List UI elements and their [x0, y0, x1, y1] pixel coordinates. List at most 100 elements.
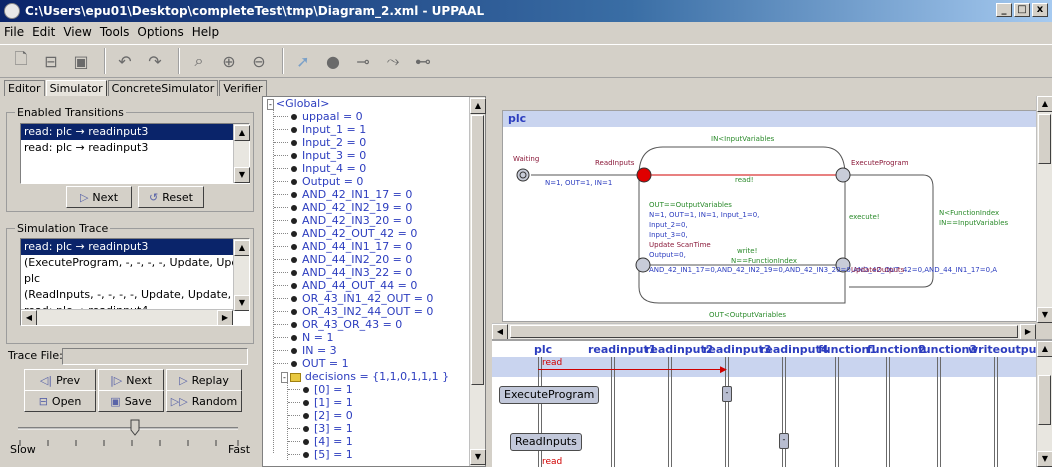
- tree-variable[interactable]: AND_42_IN1_17 = 0: [291, 188, 412, 201]
- tree-variable[interactable]: AND_44_IN3_22 = 0: [291, 266, 412, 279]
- maximize-button[interactable]: □: [1014, 3, 1030, 17]
- tab-verifier[interactable]: Verifier: [219, 80, 267, 96]
- location-update[interactable]: [635, 257, 651, 273]
- scroll-thumb[interactable]: [510, 325, 1018, 338]
- list-item[interactable]: plc: [21, 271, 249, 287]
- tab-concrete-simulator[interactable]: ConcreteSimulator: [107, 80, 219, 96]
- close-button[interactable]: x: [1032, 3, 1048, 17]
- tree-variable[interactable]: OR_43_IN1_42_OUT = 0: [291, 292, 433, 305]
- new-file-icon[interactable]: 🗋: [8, 48, 34, 74]
- scroll-up-icon[interactable]: ▲: [470, 98, 486, 114]
- tree-decisions-node[interactable]: - decisions = {1,1,0,1,1,1 }: [281, 370, 449, 383]
- tree-array-element[interactable]: [1] = 1: [303, 396, 353, 409]
- location-executeprogram[interactable]: [835, 167, 851, 183]
- prev-button[interactable]: ◁| Prev: [24, 369, 96, 391]
- tree-variable[interactable]: N = 1: [291, 331, 333, 344]
- horizontal-scrollbar[interactable]: ◀ ▶: [21, 309, 233, 325]
- scroll-down-icon[interactable]: ▼: [1037, 451, 1052, 467]
- scrollbar[interactable]: ▲ ▼: [233, 124, 250, 183]
- tree-array-element[interactable]: [0] = 1: [303, 383, 353, 396]
- tree-variable[interactable]: AND_44_IN2_20 = 0: [291, 253, 412, 266]
- tab-editor[interactable]: Editor: [4, 80, 45, 96]
- tree-variable[interactable]: AND_42_OUT_42 = 0: [291, 227, 417, 240]
- scroll-right-icon[interactable]: ▶: [1020, 324, 1036, 340]
- replay-button[interactable]: ▷ Replay: [166, 369, 242, 391]
- edge-icon[interactable]: ⤳: [380, 48, 406, 74]
- trace-next-button[interactable]: |▷ Next: [98, 369, 164, 391]
- edge-loop[interactable]: [638, 175, 846, 304]
- save-icon[interactable]: ▣: [68, 48, 94, 74]
- edge-readinputs-execute[interactable]: [638, 146, 846, 176]
- tree-variable[interactable]: AND_42_IN3_20 = 0: [291, 214, 412, 227]
- menu-help[interactable]: Help: [192, 25, 219, 39]
- menu-view[interactable]: View: [63, 25, 91, 39]
- tree-variable[interactable]: IN = 3: [291, 344, 337, 357]
- nail-icon[interactable]: ⊷: [410, 48, 436, 74]
- process-canvas[interactable]: plc Waiting ReadInputs ExecuteProgram IN…: [502, 110, 1037, 322]
- scroll-thumb[interactable]: [1038, 375, 1051, 425]
- tree-variable[interactable]: OR_43_OR_43 = 0: [291, 318, 402, 331]
- menu-edit[interactable]: Edit: [32, 25, 55, 39]
- save-button[interactable]: ▣ Save: [98, 390, 164, 412]
- tree-variable[interactable]: Input_3 = 0: [291, 149, 366, 162]
- msc-vscroll[interactable]: ▲ ▼: [1036, 341, 1052, 467]
- scroll-up-icon[interactable]: ▲: [234, 125, 250, 141]
- menu-file[interactable]: File: [4, 25, 24, 39]
- branch-icon[interactable]: ⊸: [350, 48, 376, 74]
- tree-variable[interactable]: Input_2 = 0: [291, 136, 366, 149]
- scroll-thumb[interactable]: [471, 115, 484, 385]
- scroll-down-icon[interactable]: ▼: [234, 167, 250, 183]
- tree-variable[interactable]: AND_44_IN1_17 = 0: [291, 240, 412, 253]
- speed-slider[interactable]: [10, 418, 246, 462]
- menu-tools[interactable]: Tools: [100, 25, 130, 39]
- simulation-trace-list[interactable]: read: plc → readinput3 (ExecuteProgram, …: [20, 238, 250, 326]
- tree-global-node[interactable]: - <Global>: [267, 97, 329, 110]
- scroll-down-icon[interactable]: ▼: [470, 449, 486, 465]
- list-item[interactable]: read: plc → readinput3: [21, 140, 249, 156]
- list-item[interactable]: (ExecuteProgram, -, -, -, -, Update, Upd…: [21, 255, 249, 271]
- tree-array-element[interactable]: [3] = 1: [303, 422, 353, 435]
- scroll-left-icon[interactable]: ◀: [21, 310, 37, 325]
- scroll-up-icon[interactable]: ▲: [1037, 341, 1052, 357]
- tree-variable[interactable]: AND_42_IN2_19 = 0: [291, 201, 412, 214]
- minimize-button[interactable]: _: [996, 3, 1012, 17]
- zoom-in-icon[interactable]: ⊕: [216, 48, 242, 74]
- scroll-thumb[interactable]: [1038, 114, 1051, 164]
- next-button[interactable]: ▷ Next: [66, 186, 132, 208]
- tree-variable[interactable]: OR_43_IN2_44_OUT = 0: [291, 305, 433, 318]
- tab-simulator[interactable]: Simulator: [45, 80, 107, 96]
- redo-icon[interactable]: ↷: [142, 48, 168, 74]
- tree-variable[interactable]: OUT = 1: [291, 357, 349, 370]
- message-sequence-chart[interactable]: plc readinput1 readinput2 readinput3 rea…: [492, 339, 1052, 467]
- tree-scrollbar[interactable]: ▲ ▼: [469, 97, 486, 466]
- list-item[interactable]: read: plc → readinput3: [21, 239, 249, 255]
- slider-thumb[interactable]: [130, 419, 140, 436]
- open-button[interactable]: ⊟ Open: [24, 390, 96, 412]
- scroll-down-icon[interactable]: ▼: [234, 295, 249, 311]
- tree-variable[interactable]: Output = 0: [291, 175, 363, 188]
- tree-variable[interactable]: AND_44_OUT_44 = 0: [291, 279, 417, 292]
- tree-array-element[interactable]: [4] = 1: [303, 435, 353, 448]
- random-button[interactable]: ▷▷ Random: [166, 390, 242, 412]
- tree-variable[interactable]: Input_1 = 1: [291, 123, 366, 136]
- list-item[interactable]: read: plc → readinput3: [21, 124, 249, 140]
- scroll-right-icon[interactable]: ▶: [217, 310, 233, 325]
- select-arrow-icon[interactable]: ➚: [290, 48, 316, 74]
- tree-variable[interactable]: uppaal = 0: [291, 110, 363, 123]
- canvas-vscroll[interactable]: ▲ ▼: [1036, 96, 1052, 323]
- location-icon[interactable]: ●: [320, 48, 346, 74]
- location-readinputs[interactable]: [636, 167, 652, 183]
- tree-variable[interactable]: Input_4 = 0: [291, 162, 366, 175]
- reset-button[interactable]: ↺ Reset: [138, 186, 204, 208]
- list-item[interactable]: (ReadInputs, -, -, -, -, Update, Update,…: [21, 287, 249, 303]
- enabled-transitions-list[interactable]: read: plc → readinput3 read: plc → readi…: [20, 123, 250, 184]
- variables-tree[interactable]: - <Global> uppaal = 0 Input_1 = 1 Input_2 =…: [262, 96, 486, 467]
- zoom-icon[interactable]: ⌕: [186, 48, 212, 74]
- canvas-hscroll[interactable]: ◀ ▶: [492, 323, 1036, 340]
- undo-icon[interactable]: ↶: [112, 48, 138, 74]
- tree-array-element[interactable]: [2] = 0: [303, 409, 353, 422]
- open-file-icon[interactable]: ⊟: [38, 48, 64, 74]
- menu-options[interactable]: Options: [137, 25, 183, 39]
- scroll-left-icon[interactable]: ◀: [492, 324, 508, 340]
- trace-file-field[interactable]: [62, 348, 248, 365]
